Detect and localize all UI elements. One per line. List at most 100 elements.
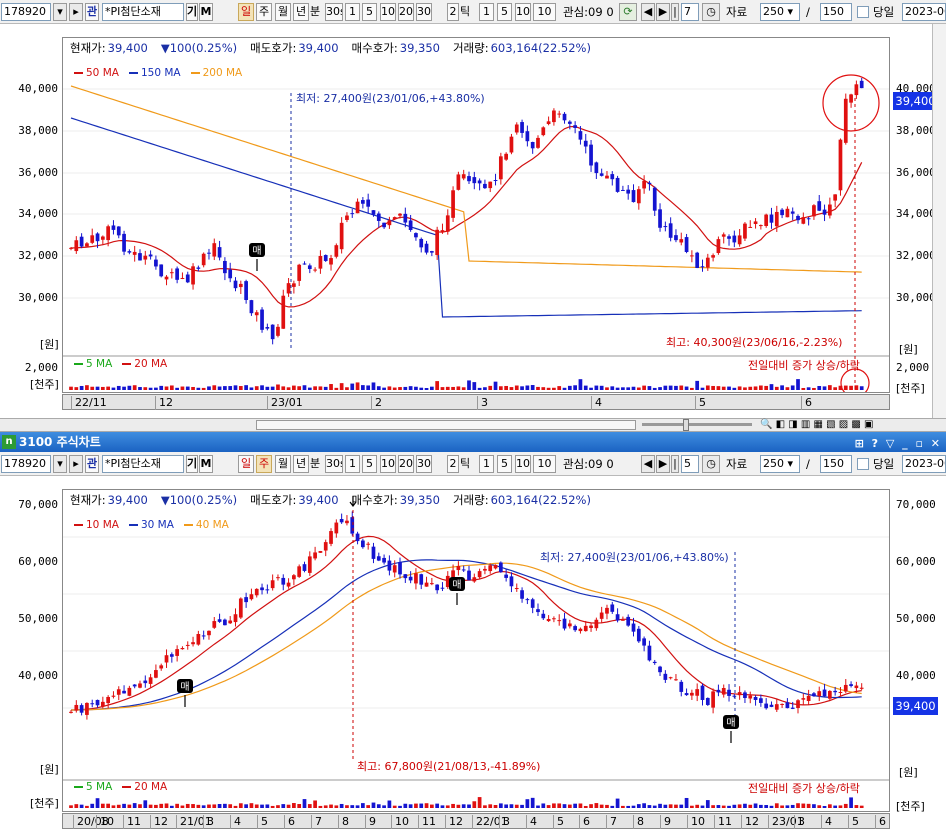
today-checkbox[interactable] <box>857 458 869 470</box>
x-tick: 10 <box>687 815 705 829</box>
candle-body <box>159 264 164 277</box>
m-button[interactable]: M <box>199 3 213 21</box>
period-button-8[interactable]: 10 <box>380 3 396 21</box>
period-button-3[interactable]: 년 <box>293 455 309 473</box>
candle-body <box>207 252 211 254</box>
candle-body <box>658 209 662 228</box>
volume-bar <box>345 387 349 390</box>
stock-code-input[interactable]: 178920 <box>1 3 51 21</box>
candle-body <box>69 247 73 249</box>
zoom-slider[interactable] <box>642 423 752 426</box>
m-button[interactable]: M <box>199 455 213 473</box>
bar-icon[interactable]: | <box>671 455 679 473</box>
period-button-0[interactable]: 일 <box>238 455 254 473</box>
period-button-9[interactable]: 20 <box>398 455 414 473</box>
gi-button[interactable]: 기 <box>186 3 198 21</box>
period-button-10[interactable]: 30 <box>416 3 432 21</box>
period-button-6[interactable]: 1 <box>345 455 360 473</box>
stock-name-field[interactable]: *PI첨단소재 <box>102 455 184 473</box>
period-button-10[interactable]: 30 <box>416 455 432 473</box>
watch-button[interactable]: 관 <box>85 455 99 473</box>
volume-bar <box>652 387 657 390</box>
play-icon[interactable]: ▸ <box>69 455 83 473</box>
candle-body <box>451 570 455 578</box>
volume-bar <box>748 804 753 808</box>
candle-body <box>589 625 593 628</box>
clock-icon[interactable]: ◷ <box>702 455 720 473</box>
candle-body <box>111 695 116 697</box>
period-button-1[interactable]: 주 <box>256 3 272 21</box>
candle-body <box>743 223 747 239</box>
prev-arrow-icon[interactable]: ◀ <box>641 3 655 21</box>
watch-button[interactable]: 관 <box>85 3 99 21</box>
volume-bar <box>552 387 556 390</box>
visible-count-input[interactable]: 150 <box>820 455 852 473</box>
count-input[interactable]: 7 <box>681 3 699 21</box>
prev-arrow-icon[interactable]: ◀ <box>641 455 655 473</box>
volume-bar <box>483 387 487 390</box>
zoom-handle[interactable] <box>683 419 689 431</box>
next-arrow-icon[interactable]: ▶ <box>656 3 670 21</box>
volume-bar <box>148 804 153 808</box>
candle-body <box>90 703 95 705</box>
data-count-select[interactable]: 250 ▾ <box>760 455 800 473</box>
chart-scrollbar[interactable]: 🔍 ◧ ◨ ▥ ▦ ▧ ▨ ▩ ▣ <box>0 418 946 432</box>
candle-body <box>642 638 646 646</box>
period-button-1[interactable]: 주 <box>256 455 272 473</box>
vertical-scrollbar[interactable] <box>932 24 946 418</box>
period-button-6[interactable]: 1 <box>345 3 360 21</box>
candle-body <box>74 240 79 252</box>
legend-entry: 50 MA <box>74 67 119 79</box>
period-button-2[interactable]: 월 <box>275 455 291 473</box>
period-button-11[interactable]: 2 <box>447 3 459 21</box>
candle-body <box>371 210 376 215</box>
candle-body <box>329 531 333 544</box>
legend-entry: 10 MA <box>74 519 119 531</box>
dropdown-arrow-icon[interactable]: ▾ <box>53 455 67 473</box>
dropdown-arrow-icon[interactable]: ▾ <box>53 3 67 21</box>
period-button-8[interactable]: 10 <box>380 455 396 473</box>
next-arrow-icon[interactable]: ▶ <box>656 455 670 473</box>
volume-bar <box>504 385 509 390</box>
legend-label: 40 MA <box>195 519 229 531</box>
volume-bar <box>132 385 137 390</box>
candle-body <box>392 217 397 220</box>
refresh-icon[interactable]: ⟳ <box>619 3 637 21</box>
date-input[interactable]: 2023-06 <box>902 455 946 473</box>
volume-bar <box>408 386 413 390</box>
bar-icon[interactable]: | <box>671 3 679 21</box>
period-button-13[interactable]: 1 <box>479 3 494 21</box>
zoom-icons[interactable]: 🔍 ◧ ◨ ▥ ▦ ▧ ▨ ▩ ▣ <box>760 419 873 430</box>
stock-name-field[interactable]: *PI첨단소재 <box>102 3 184 21</box>
period-button-14[interactable]: 5 <box>497 3 512 21</box>
count-input[interactable]: 5 <box>681 455 699 473</box>
scroll-thumb[interactable] <box>256 420 636 430</box>
candle-body <box>185 644 190 646</box>
period-button-15[interactable]: 10 <box>515 455 531 473</box>
period-button-15[interactable]: 10 <box>515 3 531 21</box>
period-button-5[interactable]: 30s <box>325 3 343 21</box>
period-button-5[interactable]: 30s <box>325 455 343 473</box>
today-checkbox[interactable] <box>857 6 869 18</box>
play-icon[interactable]: ▸ <box>69 3 83 21</box>
period-button-11[interactable]: 2 <box>447 455 459 473</box>
period-button-9[interactable]: 20 <box>398 3 414 21</box>
stock-code-input[interactable]: 178920 <box>1 455 51 473</box>
data-count-select[interactable]: 250 ▾ <box>760 3 800 21</box>
gi-button[interactable]: 기 <box>186 455 198 473</box>
clock-icon[interactable]: ◷ <box>702 3 720 21</box>
period-button-3[interactable]: 년 <box>293 3 309 21</box>
volume-bar <box>700 387 705 390</box>
period-button-16[interactable]: 10 <box>533 455 556 473</box>
period-button-16[interactable]: 10 <box>533 3 556 21</box>
period-button-2[interactable]: 월 <box>275 3 291 21</box>
volume-bar <box>95 386 100 390</box>
period-button-7[interactable]: 5 <box>362 455 377 473</box>
visible-count-input[interactable]: 150 <box>820 3 852 21</box>
period-button-13[interactable]: 1 <box>479 455 494 473</box>
window-controls[interactable]: ⊞ ? ▽ _ ▫ ✕ <box>855 434 942 454</box>
date-input[interactable]: 2023-06 <box>902 3 946 21</box>
period-button-7[interactable]: 5 <box>362 3 377 21</box>
period-button-14[interactable]: 5 <box>497 455 512 473</box>
period-button-0[interactable]: 일 <box>238 3 254 21</box>
